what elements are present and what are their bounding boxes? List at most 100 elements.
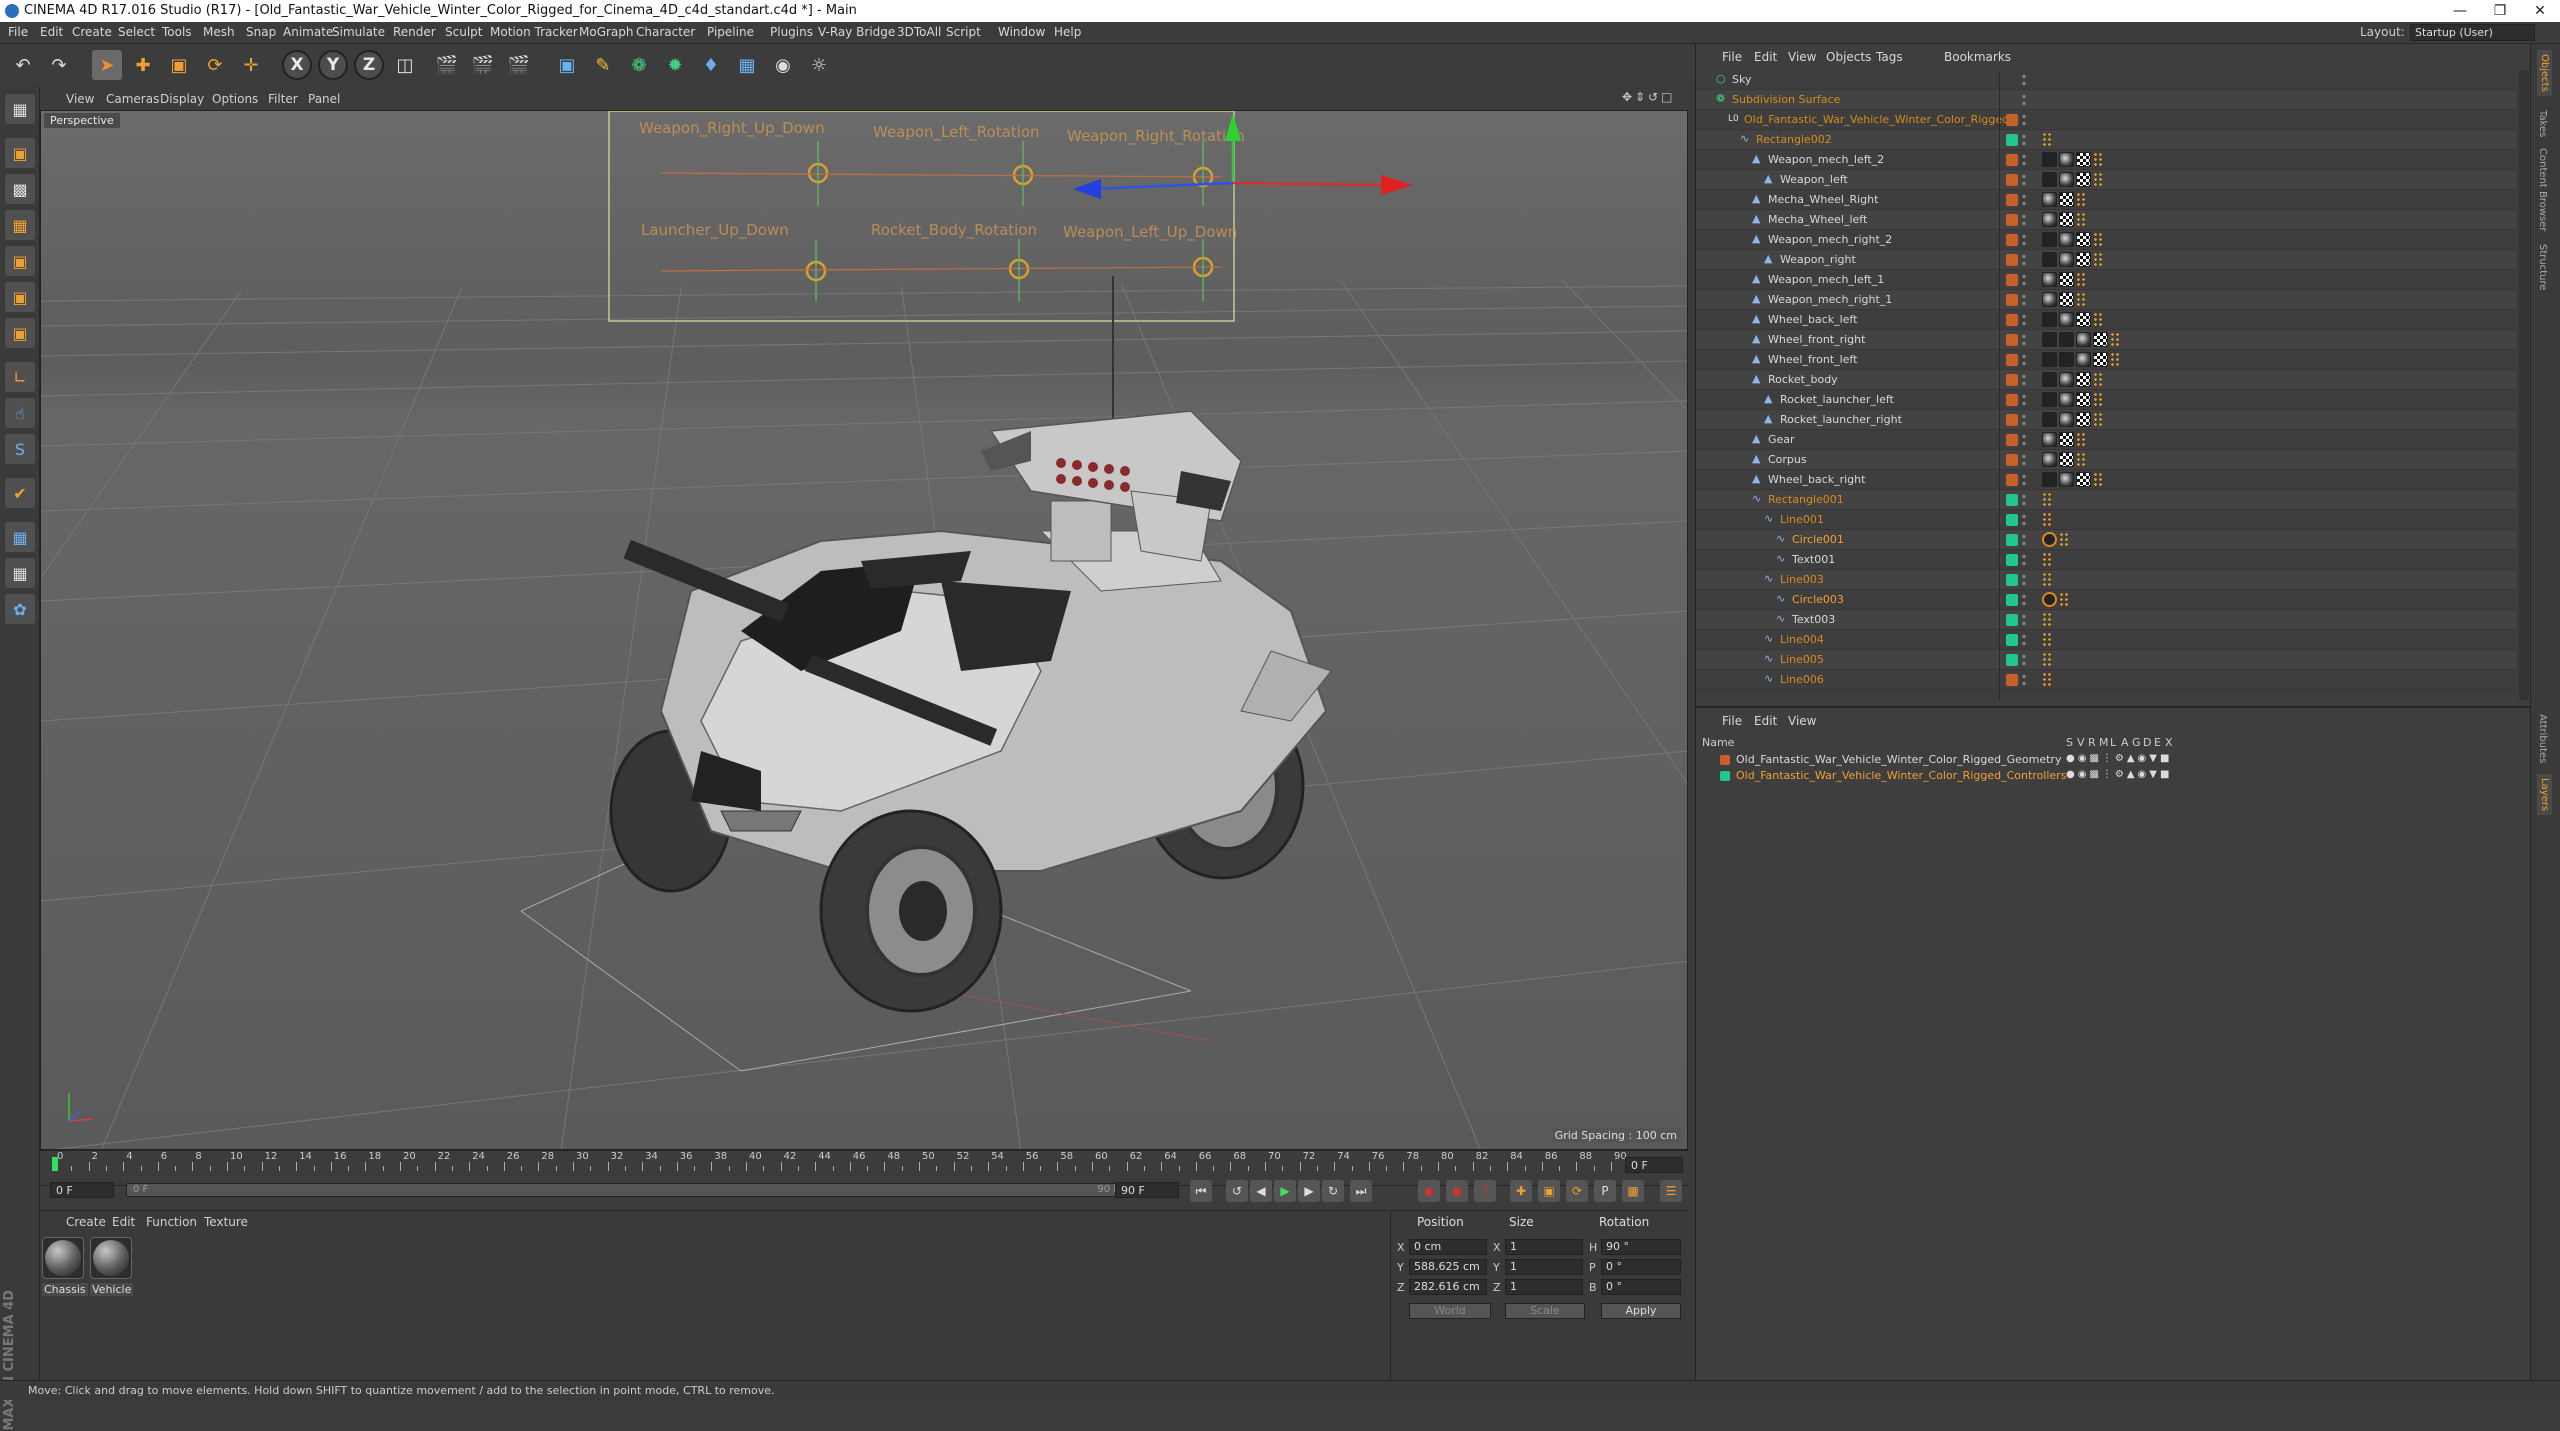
viewport-menu-panel[interactable]: Panel [308,92,340,106]
phong-tag-icon[interactable] [2059,232,2074,247]
object-row[interactable]: ▲ Gear [1696,430,2516,450]
apply-button[interactable]: Apply [1601,1303,1681,1319]
tag-dots-icon[interactable] [2042,572,2052,587]
visibility-dots[interactable] [2022,493,2026,507]
visibility-dots[interactable] [2022,293,2026,307]
menu-3dtoall[interactable]: 3DToAll [897,25,941,39]
range-slider[interactable]: 0 F 90 F [126,1183,1126,1197]
tag-dots-icon[interactable] [2093,312,2103,327]
rocket-body[interactable] [1050,500,1112,562]
layer-color-swatch[interactable] [2006,294,2018,306]
play-icon[interactable]: ▶ [1274,1180,1296,1202]
layer-color-swatch[interactable] [2006,274,2018,286]
visibility-dots[interactable] [2022,453,2026,467]
go-to-end-icon[interactable]: ⏭ [1350,1180,1372,1202]
material-menu-create[interactable]: Create [66,1215,106,1229]
close-icon[interactable]: ✕ [2520,0,2560,22]
layer-color-swatch[interactable] [2006,474,2018,486]
layer-color-swatch[interactable] [2006,234,2018,246]
texture-tag-icon[interactable] [2059,292,2074,307]
material-vehicle[interactable] [90,1237,132,1279]
viewport-menu-view[interactable]: View [66,92,94,106]
object-menu-bookmarks[interactable]: Bookmarks [1944,50,2011,64]
visibility-dots[interactable] [2022,433,2026,447]
object-menu-edit[interactable]: Edit [1754,50,1777,64]
playhead[interactable] [52,1157,58,1171]
material-chassis[interactable] [42,1237,84,1279]
xpresso-tag-icon[interactable] [2042,332,2057,347]
visibility-dots[interactable] [2022,353,2026,367]
object-row[interactable]: ▲ Wheel_back_right [1696,470,2516,490]
tag-dots-icon[interactable] [2076,272,2086,287]
y-axis-lock-icon[interactable]: Y [318,50,348,80]
object-row[interactable]: ▲ Rocket_body [1696,370,2516,390]
tag-dots-icon[interactable] [2076,292,2086,307]
visibility-dots[interactable] [2022,473,2026,487]
layer-color-swatch[interactable] [1720,771,1730,781]
material-menu-texture[interactable]: Texture [204,1215,248,1229]
coordinate-mode-select[interactable]: World [1409,1303,1491,1319]
tag-dots-icon[interactable] [2093,172,2103,187]
tag-dots-icon[interactable] [2093,372,2103,387]
layer-row[interactable]: Old_Fantastic_War_Vehicle_Winter_Color_R… [1696,768,2516,784]
object-row[interactable]: ∿ Text003 [1696,610,2516,630]
tag-dots-icon[interactable] [2076,192,2086,207]
snap-icon[interactable]: S [5,434,35,464]
xpresso-tag-icon[interactable] [2042,312,2057,327]
restore-icon[interactable]: ❐ [2480,0,2520,22]
menu-motion-tracker[interactable]: Motion Tracker [490,25,578,39]
visibility-dots[interactable] [2022,233,2026,247]
layer-color-swatch[interactable] [2006,134,2018,146]
tag-dots-icon[interactable] [2093,252,2103,267]
tab-structure[interactable]: Structure [2537,244,2548,291]
visibility-dots[interactable] [2022,613,2026,627]
axis-mode-icon[interactable]: ∟ [5,362,35,392]
layer-color-swatch[interactable] [2006,254,2018,266]
edges-mode-icon[interactable]: ▣ [5,282,35,312]
record-icon[interactable]: ◉ [1418,1180,1440,1202]
visibility-dots[interactable] [2022,133,2026,147]
size-mode-select[interactable]: Scale [1505,1303,1585,1319]
phong-tag-icon[interactable] [2059,252,2074,267]
object-row[interactable]: L0 Old_Fantastic_War_Vehicle_Winter_Color… [1696,110,2516,130]
viewport-menu-cameras[interactable]: Cameras [106,92,159,106]
menu-script[interactable]: Script [946,25,981,39]
texture-tag-icon[interactable] [2059,452,2074,467]
layer-color-swatch[interactable] [2006,634,2018,646]
rotate-tool-icon[interactable]: ⟳ [200,50,230,80]
tag-dots-icon[interactable] [2059,592,2069,607]
protection-tag-icon[interactable] [2042,532,2057,547]
tag-dots-icon[interactable] [2110,332,2120,347]
texture-tag-icon[interactable] [2059,192,2074,207]
key-position-icon[interactable]: ✚ [1510,1180,1532,1202]
layer-color-swatch[interactable] [2006,514,2018,526]
texture-mode-icon[interactable]: ▩ [5,174,35,204]
layout-select[interactable]: Startup (User) [2410,24,2535,41]
phong-tag-icon[interactable] [2076,352,2091,367]
z-axis-lock-icon[interactable]: Z [354,50,384,80]
tab-takes[interactable]: Takes [2537,110,2548,137]
object-row[interactable]: ∿ Line004 [1696,630,2516,650]
texture-tag-icon[interactable] [2076,152,2091,167]
visibility-dots[interactable] [2022,393,2026,407]
layer-color-swatch[interactable] [2006,414,2018,426]
menu-mesh[interactable]: Mesh [203,25,235,39]
minimize-icon[interactable]: — [2440,0,2480,22]
deformer-icon[interactable]: ♦ [696,50,726,80]
workplane-mode-icon[interactable]: ▦ [5,210,35,240]
visibility-dots[interactable] [2022,313,2026,327]
end-frame-field[interactable]: 90 F [1115,1182,1179,1198]
viewport-menu-filter[interactable]: Filter [268,92,298,106]
visibility-dots[interactable] [2022,413,2026,427]
tag-dots-icon[interactable] [2093,472,2103,487]
object-row[interactable]: ▲ Mecha_Wheel_Right [1696,190,2516,210]
object-row[interactable]: ∿ Line006 [1696,670,2516,690]
phong-tag-icon[interactable] [2042,212,2057,227]
camera-icon[interactable]: ◉ [768,50,798,80]
visibility-dots[interactable] [2022,213,2026,227]
undo-icon[interactable]: ↶ [8,50,38,80]
layer-color-swatch[interactable] [2006,494,2018,506]
layer-list[interactable]: Old_Fantastic_War_Vehicle_Winter_Color_R… [1696,752,2531,792]
tag-dots-icon[interactable] [2042,672,2052,687]
tag-dots-icon[interactable] [2093,412,2103,427]
